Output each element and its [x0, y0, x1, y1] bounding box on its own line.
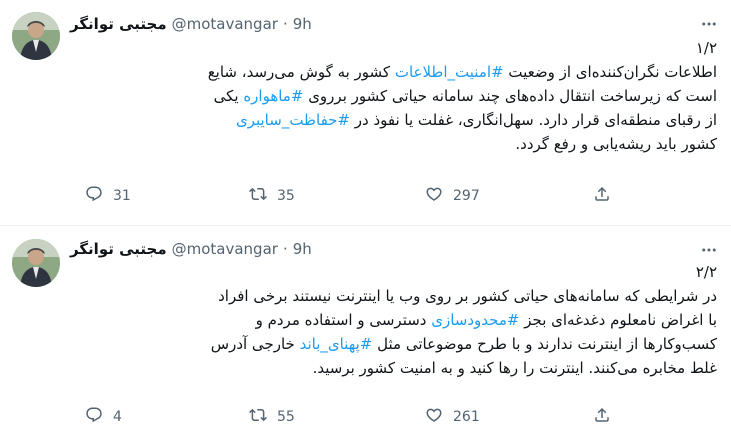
retweet-count: 35	[277, 188, 295, 204]
avatar[interactable]	[12, 12, 60, 60]
share-button[interactable]	[593, 185, 611, 207]
more-options-icon[interactable]	[697, 238, 721, 262]
tweet-text-segment: کسب‌وکارها از اینترنت ندارند و با طرح مو…	[372, 335, 717, 353]
tweet-actions: 4 55 261	[85, 406, 625, 428]
like-count: 261	[453, 409, 480, 425]
more-options-icon[interactable]	[697, 12, 721, 36]
tweet-text-line: کسب‌وکارها از اینترنت ندارند و با طرح مو…	[70, 332, 717, 356]
tweet-text-segment: یکی	[213, 87, 244, 105]
author-handle[interactable]: @motavangar	[172, 15, 278, 33]
tweet-text-line: ۱/۲	[70, 36, 717, 60]
tweet-text-segment: با اغراض نامعلوم دغدغه‌ای بجز	[519, 311, 717, 329]
share-icon	[593, 406, 611, 428]
tweet-header: مجتبی توانگر @motavangar · 9h	[70, 240, 691, 262]
tweet-text-segment: کشور به گوش می‌رسد، شایع	[207, 63, 395, 81]
tweet-text-line: اطلاعات نگران‌کننده‌ای از وضعیت #امنیت_ا…	[70, 60, 717, 84]
tweet-text-line: غلط مخابره می‌کنند. اینترنت را رها کنید …	[70, 356, 717, 380]
tweet-text: ۲/۲ در شرایطی که سامانه‌های حیاتی کشور بر…	[70, 260, 717, 380]
share-icon	[593, 185, 611, 207]
like-button[interactable]: 297	[425, 185, 480, 207]
tweet-text-segment: است که زیرساخت انتقال داده‌های چند سامان…	[303, 87, 717, 105]
tweet-actions: 31 35 297	[85, 185, 625, 207]
hashtag-link[interactable]: #پهنای_باند	[300, 335, 373, 353]
tweet-text-line: با اغراض نامعلوم دغدغه‌ای بجز #محدودسازی…	[70, 308, 717, 332]
tweet-text: ۱/۲ اطلاعات نگران‌کننده‌ای از وضعیت #امنی…	[70, 36, 717, 156]
reply-button[interactable]: 31	[85, 185, 131, 207]
author-display-name[interactable]: مجتبی توانگر	[70, 15, 167, 33]
reply-count: 4	[113, 409, 122, 425]
tweet-text-segment: اطلاعات نگران‌کننده‌ای از وضعیت	[503, 63, 717, 81]
tweet-text-segment: ۲/۲	[695, 263, 717, 281]
tweet-timestamp[interactable]: 9h	[293, 240, 312, 258]
hashtag-link[interactable]: #حفاظت_سایبری	[236, 111, 350, 129]
tweet-timestamp[interactable]: 9h	[293, 15, 312, 33]
reply-icon	[85, 185, 103, 207]
header-separator: ·	[282, 240, 288, 258]
header-separator: ·	[282, 15, 288, 33]
author-display-name[interactable]: مجتبی توانگر	[70, 240, 167, 258]
tweet-text-segment: ۱/۲	[695, 39, 717, 57]
tweet-text-line: کشور باید ریشه‌یابی و رفع گردد.	[70, 132, 717, 156]
tweet-text-line: است که زیرساخت انتقال داده‌های چند سامان…	[70, 84, 717, 108]
tweet-text-segment: غلط مخابره می‌کنند. اینترنت را رها کنید …	[312, 359, 717, 377]
tweet-text-segment: دسترسی و استفاده مردم و	[255, 311, 432, 329]
tweet-text-segment: خارجی آدرس	[210, 335, 300, 353]
reply-icon	[85, 406, 103, 428]
tweet-2[interactable]: مجتبی توانگر @motavangar · 9h ۲/۲ در شرای…	[0, 226, 731, 441]
avatar[interactable]	[12, 239, 60, 287]
tweet-text-line: از رقبای منطقه‌ای قرار دارد. سهل‌انگاری،…	[70, 108, 717, 132]
tweet-text-segment: از رقبای منطقه‌ای قرار دارد. سهل‌انگاری،…	[350, 111, 717, 129]
like-heart-icon	[425, 185, 443, 207]
retweet-button[interactable]: 55	[249, 406, 295, 428]
like-button[interactable]: 261	[425, 406, 480, 428]
reply-button[interactable]: 4	[85, 406, 122, 428]
reply-count: 31	[113, 188, 131, 204]
retweet-icon	[249, 406, 267, 428]
tweet-text-line: ۲/۲	[70, 260, 717, 284]
tweet-1[interactable]: مجتبی توانگر @motavangar · 9h ۱/۲ اطلاعات…	[0, 0, 731, 226]
tweet-text-segment: در شرایطی که سامانه‌های حیاتی کشور بر رو…	[218, 287, 717, 305]
tweet-text-line: در شرایطی که سامانه‌های حیاتی کشور بر رو…	[70, 284, 717, 308]
tweet-text-segment: کشور باید ریشه‌یابی و رفع گردد.	[515, 135, 717, 153]
hashtag-link[interactable]: #محدودسازی	[431, 311, 519, 329]
avatar-photo	[12, 12, 60, 60]
retweet-icon	[249, 185, 267, 207]
retweet-count: 55	[277, 409, 295, 425]
avatar-photo	[12, 239, 60, 287]
like-count: 297	[453, 188, 480, 204]
like-heart-icon	[425, 406, 443, 428]
hashtag-link[interactable]: #امنیت_اطلاعات	[395, 63, 504, 81]
share-button[interactable]	[593, 406, 611, 428]
retweet-button[interactable]: 35	[249, 185, 295, 207]
hashtag-link[interactable]: #ماهواره	[243, 87, 303, 105]
author-handle[interactable]: @motavangar	[172, 240, 278, 258]
tweet-header: مجتبی توانگر @motavangar · 9h	[70, 15, 691, 37]
